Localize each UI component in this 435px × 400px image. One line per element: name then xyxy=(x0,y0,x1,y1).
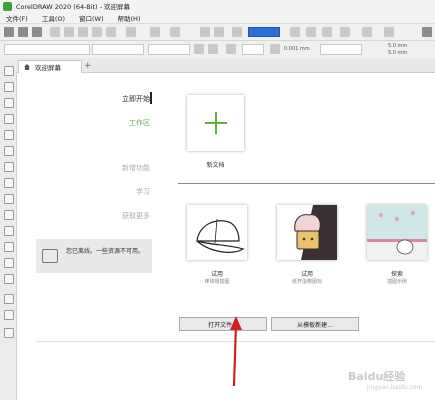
offline-notice: 您已离线。一些资源不可用。 xyxy=(36,239,152,273)
nudge-icon[interactable] xyxy=(270,44,280,54)
page-size-dropdown[interactable] xyxy=(4,44,90,55)
options-icon[interactable] xyxy=(362,27,372,37)
window-title: CorelDRAW 2020 (64-Bit) - 欢迎屏幕 xyxy=(16,3,131,11)
baseball-cap-icon xyxy=(196,218,245,253)
nav-get-more[interactable]: 获取更多 xyxy=(122,211,150,221)
export-icon[interactable] xyxy=(214,27,224,37)
duplicate-y-label: 5.0 mm xyxy=(388,50,408,56)
toolbox xyxy=(0,58,17,400)
new-document-card[interactable] xyxy=(187,95,244,151)
shape-tool-icon[interactable] xyxy=(4,82,14,92)
offline-message: 您已离线。一些资源不可用。 xyxy=(66,248,145,255)
duplicate-x-label: 5.0 mm xyxy=(388,43,408,49)
new-from-template-button[interactable]: 从模板新建... xyxy=(271,317,359,331)
page-width-field[interactable] xyxy=(92,44,144,55)
document-tab-bar: 欢迎屏幕 + xyxy=(16,58,435,73)
template-thumb-cat[interactable] xyxy=(367,205,427,260)
crop-tool-icon[interactable] xyxy=(4,98,14,108)
pdf-icon[interactable] xyxy=(232,27,242,37)
menu-window[interactable]: 窗口(W) xyxy=(79,13,104,23)
template-subtitle: 插图示例 xyxy=(386,279,407,285)
nav-learn[interactable]: 学习 xyxy=(136,187,150,197)
coreldraw-logo-icon xyxy=(3,1,12,11)
open-icon[interactable] xyxy=(18,27,28,37)
watermark: Baidu经验 xyxy=(348,370,406,383)
connector-tool-icon[interactable] xyxy=(4,242,14,252)
tab-label: 欢迎屏幕 xyxy=(35,64,61,72)
grid-icon[interactable] xyxy=(322,27,332,37)
snap-to-icon[interactable] xyxy=(340,27,350,37)
nav-whats-new[interactable]: 新增功能 xyxy=(122,163,150,173)
template-title: 试用 xyxy=(300,271,313,278)
nudge-distance-label: 0.001 mm xyxy=(284,46,310,52)
copy-icon[interactable] xyxy=(92,27,102,37)
add-tool-icon[interactable] xyxy=(4,328,14,338)
print-icon[interactable] xyxy=(64,27,74,37)
text-tool-icon[interactable] xyxy=(4,210,14,220)
property-bar: 0.001 mm 5.0 mm 5.0 mm xyxy=(0,41,435,59)
watermark-url: jingyan.baidu.com xyxy=(367,384,423,391)
cupcake-icon xyxy=(277,205,337,260)
landscape-icon[interactable] xyxy=(208,44,218,54)
import-icon[interactable] xyxy=(200,27,210,37)
interactive-fill-icon[interactable] xyxy=(4,310,14,320)
rectangle-tool-icon[interactable] xyxy=(4,162,14,172)
template-title: 试用 xyxy=(210,271,223,278)
eyedropper-tool-icon[interactable] xyxy=(4,294,14,304)
units-dropdown[interactable] xyxy=(242,44,264,55)
nav-workspace[interactable]: 工作区 xyxy=(129,118,150,128)
standard-toolbar xyxy=(0,24,435,41)
settings-gear-icon[interactable] xyxy=(422,27,432,37)
section-divider xyxy=(178,183,435,184)
template-thumb-cupcake[interactable] xyxy=(277,205,337,260)
nav-get-started[interactable]: 立即开始 xyxy=(122,94,150,104)
redo-icon[interactable] xyxy=(170,27,180,37)
pick-tool-icon[interactable] xyxy=(4,66,14,76)
transparency-tool-icon[interactable] xyxy=(4,274,14,284)
add-tab-icon[interactable]: + xyxy=(84,61,92,71)
tab-welcome-screen[interactable]: 欢迎屏幕 xyxy=(18,60,82,73)
page-height-field[interactable] xyxy=(148,44,190,55)
duplicate-distance-field[interactable] xyxy=(320,44,362,55)
menu-file[interactable]: 文件(F) xyxy=(6,13,28,23)
cloud-icon[interactable] xyxy=(50,27,60,37)
polygon-tool-icon[interactable] xyxy=(4,194,14,204)
zoom-tool-icon[interactable] xyxy=(4,114,14,124)
template-title: 探索 xyxy=(390,271,403,278)
launch-icon[interactable] xyxy=(384,27,394,37)
zoom-field[interactable] xyxy=(248,27,280,37)
home-icon xyxy=(24,64,30,70)
ellipse-tool-icon[interactable] xyxy=(4,178,14,188)
paste-icon[interactable] xyxy=(106,27,116,37)
save-icon[interactable] xyxy=(32,27,42,37)
template-subtitle: 纸杯蛋糕图标 xyxy=(291,279,322,285)
artistic-media-icon[interactable] xyxy=(4,146,14,156)
annotation-arrow-icon xyxy=(230,316,242,386)
undo-icon[interactable] xyxy=(150,27,160,37)
menu-bar: 文件(F) 工具(O) 窗口(W) 帮助(H) xyxy=(0,12,435,24)
new-icon[interactable] xyxy=(4,27,14,37)
rulers-icon[interactable] xyxy=(306,27,316,37)
template-thumb-cap[interactable] xyxy=(187,205,247,260)
cut-icon[interactable] xyxy=(78,27,88,37)
menu-help[interactable]: 帮助(H) xyxy=(118,13,141,23)
portrait-icon[interactable] xyxy=(194,44,204,54)
freehand-tool-icon[interactable] xyxy=(4,130,14,140)
plus-icon-vertical xyxy=(215,112,217,134)
nav-active-indicator xyxy=(150,92,152,104)
new-document-label: 新文档 xyxy=(206,162,225,169)
parallel-dimension-icon[interactable] xyxy=(4,226,14,236)
title-bar: CorelDRAW 2020 (64-Bit) - 欢迎屏幕 xyxy=(0,0,435,12)
cat-illustration-icon xyxy=(367,205,427,260)
full-screen-icon[interactable] xyxy=(290,27,300,37)
shadow-tool-icon[interactable] xyxy=(4,258,14,268)
sync-icon[interactable] xyxy=(126,27,136,37)
offline-icon xyxy=(42,249,58,263)
menu-tools[interactable]: 工具(O) xyxy=(42,13,65,23)
all-pages-icon[interactable] xyxy=(226,44,236,54)
template-subtitle: 棒球帽插图 xyxy=(204,279,230,285)
